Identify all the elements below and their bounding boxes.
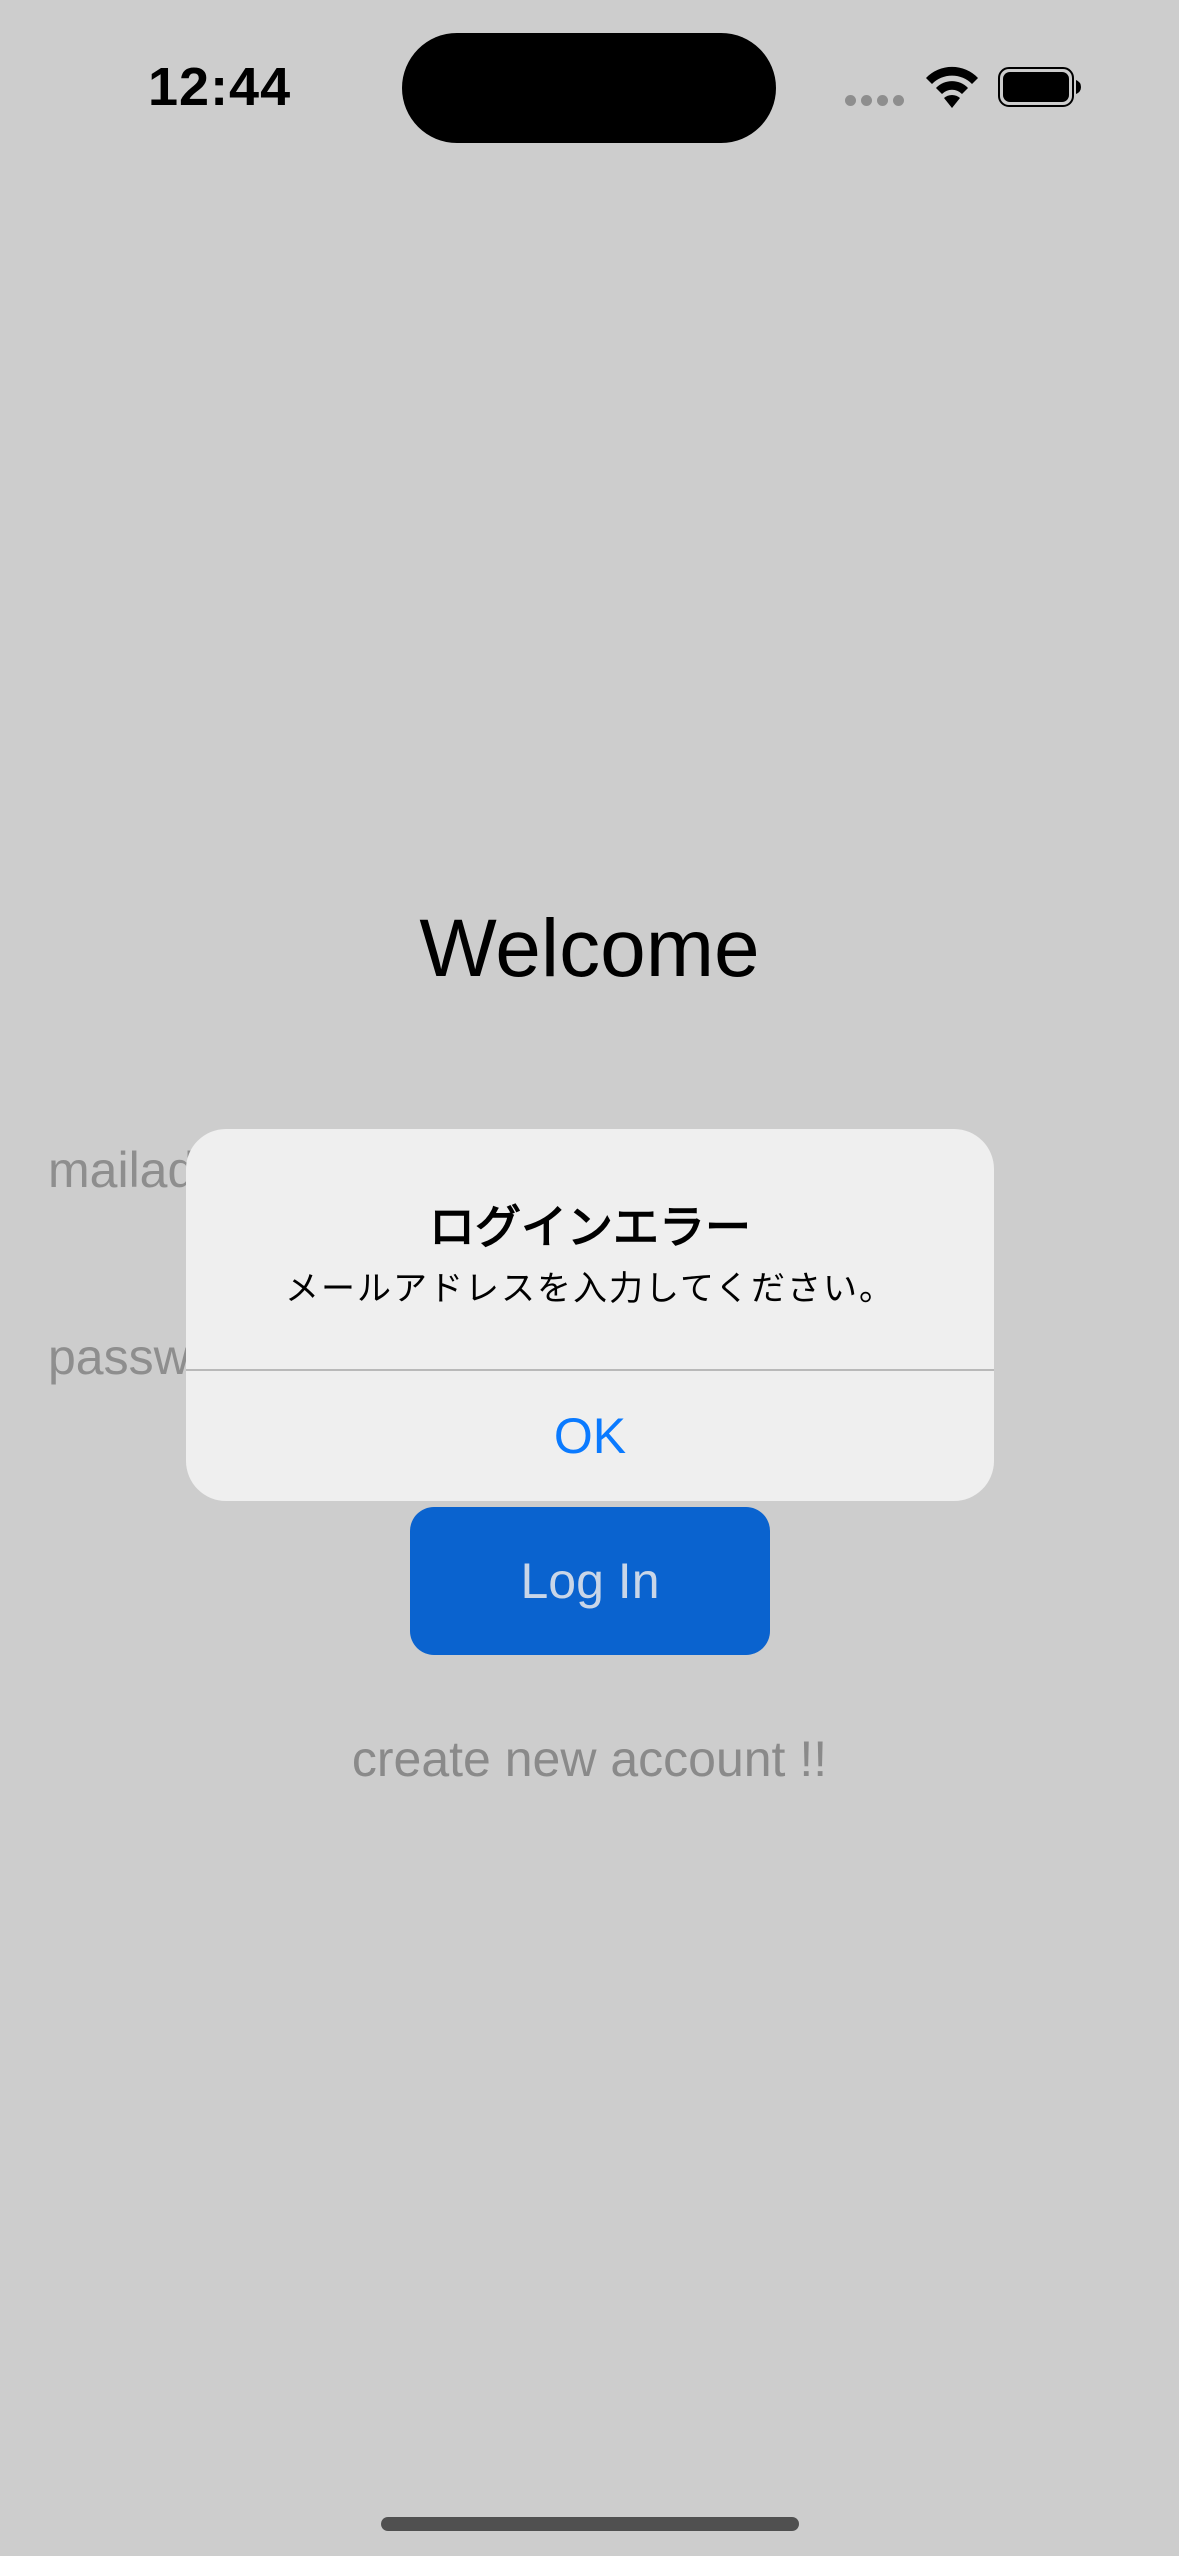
alert-message: メールアドレスを入力してください。 xyxy=(285,1270,895,1308)
alert-dialog: ログインエラー メールアドレスを入力してください。 OK xyxy=(186,1129,994,1501)
create-account-link[interactable]: create new account !! xyxy=(0,1730,1179,1788)
wifi-icon xyxy=(926,66,978,108)
home-indicator[interactable] xyxy=(381,2517,799,2531)
dynamic-island xyxy=(402,33,776,143)
battery-icon xyxy=(998,67,1081,107)
status-bar-time: 12:44 xyxy=(148,57,292,117)
alert-ok-button[interactable]: OK xyxy=(186,1371,994,1501)
alert-title: ログインエラー xyxy=(429,1201,751,1253)
login-button[interactable]: Log In xyxy=(410,1507,770,1655)
welcome-title: Welcome xyxy=(419,903,760,994)
cellular-signal-icon xyxy=(845,95,905,107)
